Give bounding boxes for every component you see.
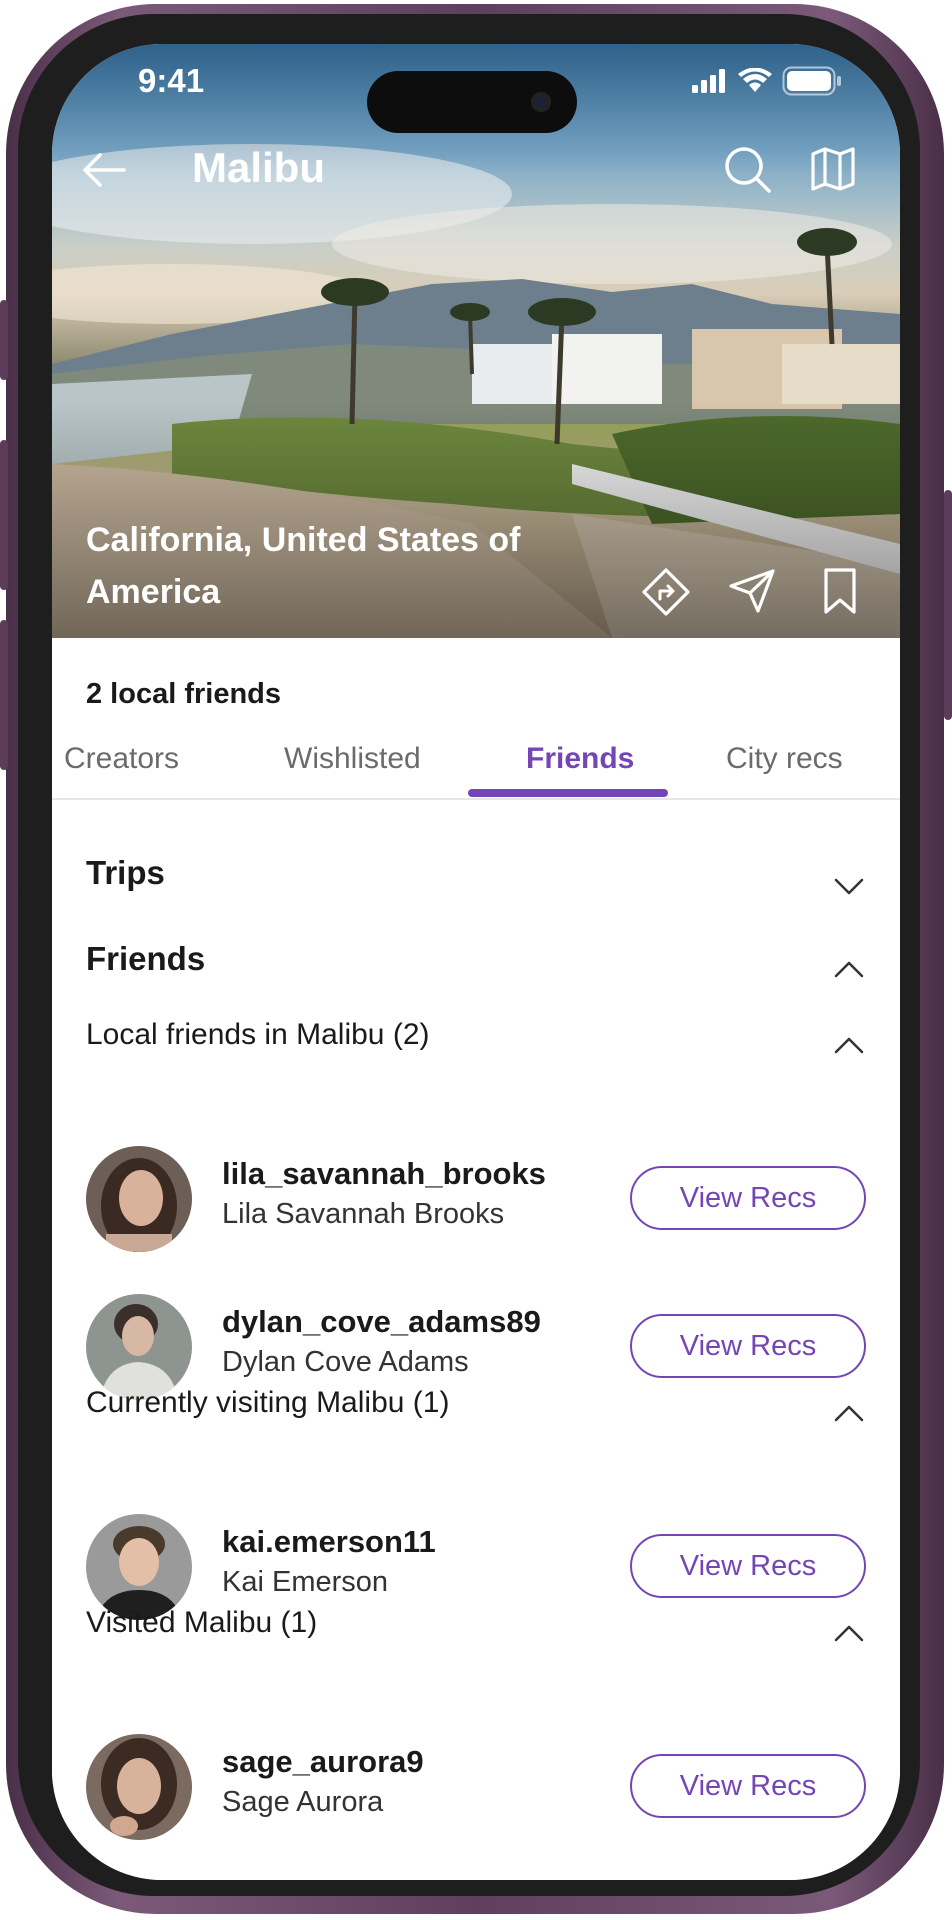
- username: dylan_cove_adams89: [222, 1304, 541, 1339]
- location-label: California, United States of America: [86, 521, 521, 611]
- hero-image: 9:41 Malibu California, United States of…: [52, 44, 900, 638]
- avatar[interactable]: [86, 1514, 192, 1620]
- tab-creators[interactable]: Creators: [64, 738, 179, 796]
- friend-row: kai.emerson11 Kai Emerson View Recs: [86, 1514, 866, 1620]
- active-tab-indicator: [468, 789, 668, 797]
- username: kai.emerson11: [222, 1524, 436, 1559]
- tab-friends[interactable]: Friends: [526, 738, 634, 796]
- tab-wishlisted[interactable]: Wishlisted: [284, 738, 421, 796]
- avatar[interactable]: [86, 1146, 192, 1252]
- screen: 9:41 Malibu California, United States of…: [52, 44, 900, 1880]
- side-button: [0, 300, 8, 380]
- dynamic-island: [367, 71, 577, 133]
- friend-row: lila_savannah_brooks Lila Savannah Brook…: [86, 1146, 866, 1252]
- real-name: Kai Emerson: [222, 1566, 389, 1598]
- back-arrow-icon[interactable]: [80, 150, 128, 190]
- view-recs-button[interactable]: View Recs: [630, 1534, 866, 1598]
- content-panel: 2 local friends Creators Wishlisted Frie…: [52, 638, 900, 1880]
- real-name: Sage Aurora: [222, 1786, 384, 1818]
- chevron-down-icon[interactable]: [834, 878, 864, 896]
- friend-row: sage_aurora9 Sage Aurora View Recs: [86, 1734, 866, 1840]
- wifi-icon: [738, 68, 772, 92]
- side-button: [944, 490, 952, 720]
- section-trips[interactable]: Trips: [86, 854, 165, 892]
- group-local-friends[interactable]: Local friends in Malibu (2): [86, 1018, 430, 1052]
- bookmark-icon[interactable]: [822, 567, 858, 615]
- real-name: Lila Savannah Brooks: [222, 1198, 505, 1230]
- side-button: [0, 620, 8, 770]
- send-icon[interactable]: [728, 568, 776, 614]
- chevron-up-icon[interactable]: [834, 960, 864, 978]
- group-currently-visiting[interactable]: Currently visiting Malibu (1): [86, 1386, 449, 1420]
- signal-icon: [692, 69, 725, 93]
- status-icons: [692, 66, 842, 96]
- avatar[interactable]: [86, 1734, 192, 1840]
- view-recs-button[interactable]: View Recs: [630, 1166, 866, 1230]
- view-recs-button[interactable]: View Recs: [630, 1314, 866, 1378]
- group-visited[interactable]: Visited Malibu (1): [86, 1606, 317, 1640]
- tab-city-recs[interactable]: City recs: [726, 738, 843, 796]
- page-title: Malibu: [192, 144, 325, 191]
- chevron-up-icon[interactable]: [834, 1036, 864, 1054]
- chevron-up-icon[interactable]: [834, 1624, 864, 1642]
- search-icon[interactable]: [724, 146, 772, 194]
- map-icon[interactable]: [810, 146, 856, 192]
- battery-icon: [782, 66, 841, 96]
- camera-icon: [531, 92, 551, 112]
- avatar[interactable]: [86, 1294, 192, 1400]
- username: sage_aurora9: [222, 1744, 424, 1779]
- section-friends[interactable]: Friends: [86, 940, 205, 978]
- side-button: [0, 440, 8, 590]
- friends-count: 2 local friends: [86, 678, 282, 710]
- directions-icon[interactable]: [641, 567, 691, 617]
- username: lila_savannah_brooks: [222, 1156, 546, 1191]
- chevron-up-icon[interactable]: [834, 1404, 864, 1422]
- status-time: 9:41: [138, 62, 205, 99]
- friend-row: dylan_cove_adams89 Dylan Cove Adams View…: [86, 1294, 866, 1400]
- real-name: Dylan Cove Adams: [222, 1346, 469, 1378]
- view-recs-button[interactable]: View Recs: [630, 1754, 866, 1818]
